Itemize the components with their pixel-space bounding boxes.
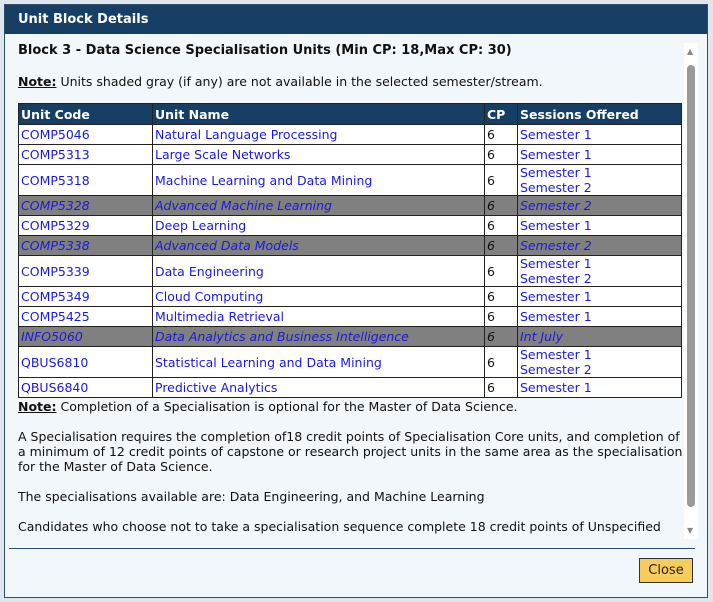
note-label: Note: [18,74,57,89]
table-row: COMP5349 Cloud Computing 6 Semester 1 [18,286,682,307]
unit-cp: 6 [484,377,518,398]
unit-block-details-dialog: Unit Block Details Block 3 - Data Scienc… [4,4,708,598]
unit-cp: 6 [484,306,518,327]
sessions-cell: Semester 2 [517,195,682,216]
unit-cp: 6 [484,286,518,307]
unit-name-link[interactable]: Cloud Computing [152,286,485,307]
note-text: Units shaded gray (if any) are not avail… [56,74,543,89]
unit-cp: 6 [484,124,518,145]
col-sessions: Sessions Offered [517,103,682,125]
unit-code-link[interactable]: QBUS6840 [18,377,153,398]
scroll-up-icon[interactable]: ▲ [687,47,693,56]
unit-name-link[interactable]: Data Analytics and Business Intelligence [152,326,485,347]
unit-code-link[interactable]: INFO5060 [18,326,153,347]
table-row: COMP5329 Deep Learning 6 Semester 1 [18,215,682,236]
table-row: QBUS6810 Statistical Learning and Data M… [18,346,682,378]
table-row: COMP5328 Advanced Machine Learning 6 Sem… [18,195,682,216]
sessions-cell: Semester 1 [517,215,682,236]
session-link[interactable]: Semester 2 [520,180,679,195]
session-link[interactable]: Semester 2 [520,238,679,253]
session-link[interactable]: Int July [520,329,679,344]
unit-cp: 6 [484,144,518,165]
table-row: COMP5318 Machine Learning and Data Minin… [18,164,682,196]
unit-cp: 6 [484,235,518,256]
table-row: COMP5313 Large Scale Networks 6 Semester… [18,144,682,165]
unit-cp: 6 [484,215,518,236]
unit-cp: 6 [484,195,518,216]
unit-code-link[interactable]: COMP5339 [18,255,153,287]
unit-code-link[interactable]: COMP5349 [18,286,153,307]
sessions-cell: Int July [517,326,682,347]
note-specialisation: Note: Completion of a Specialisation is … [18,399,683,414]
note-label: Note: [18,399,57,414]
session-link[interactable]: Semester 2 [520,271,679,286]
unit-code-link[interactable]: COMP5046 [18,124,153,145]
sessions-cell: Semester 1 Semester 2 [517,255,682,287]
col-unit-name: Unit Name [152,103,485,125]
unit-code-link[interactable]: COMP5338 [18,235,153,256]
units-table: Unit Code Unit Name CP Sessions Offered … [18,103,682,398]
unit-cp: 6 [484,346,518,378]
sessions-cell: Semester 1 Semester 2 [517,164,682,196]
dialog-footer-divider [9,548,695,549]
table-row: QBUS6840 Predictive Analytics 6 Semester… [18,377,682,398]
unit-name-link[interactable]: Multimedia Retrieval [152,306,485,327]
table-row: COMP5339 Data Engineering 6 Semester 1 Se… [18,255,682,287]
paragraph-unspecified: Candidates who choose not to take a spec… [18,519,661,534]
unit-cp: 6 [484,164,518,196]
dialog-title: Unit Block Details [5,5,707,34]
session-link[interactable]: Semester 1 [520,218,679,233]
unit-name-link[interactable]: Advanced Data Models [152,235,485,256]
unit-name-link[interactable]: Large Scale Networks [152,144,485,165]
session-link[interactable]: Semester 1 [520,347,679,362]
scrollbar-thumb[interactable] [687,65,695,507]
unit-code-link[interactable]: COMP5329 [18,215,153,236]
block-title: Block 3 - Data Science Specialisation Un… [18,43,512,58]
session-link[interactable]: Semester 1 [520,165,679,180]
close-button[interactable]: Close [639,558,693,583]
sessions-cell: Semester 1 [517,144,682,165]
unit-code-link[interactable]: COMP5313 [18,144,153,165]
unit-name-link[interactable]: Predictive Analytics [152,377,485,398]
unit-name-link[interactable]: Deep Learning [152,215,485,236]
table-row: INFO5060 Data Analytics and Business Int… [18,326,682,347]
scrollbar[interactable]: ▲ ▼ [684,43,698,539]
paragraph-requirements: A Specialisation requires the completion… [18,429,683,474]
sessions-cell: Semester 1 [517,306,682,327]
col-cp: CP [484,103,518,125]
note-text: Completion of a Specialisation is option… [56,399,518,414]
unit-cp: 6 [484,255,518,287]
session-link[interactable]: Semester 2 [520,198,679,213]
col-unit-code: Unit Code [18,103,153,125]
sessions-cell: Semester 1 [517,286,682,307]
table-row: COMP5046 Natural Language Processing 6 S… [18,124,682,145]
unit-code-link[interactable]: QBUS6810 [18,346,153,378]
unit-code-link[interactable]: COMP5318 [18,164,153,196]
note-gray-units: Note: Units shaded gray (if any) are not… [18,74,683,89]
unit-name-link[interactable]: Statistical Learning and Data Mining [152,346,485,378]
dialog-content: Block 3 - Data Science Specialisation Un… [18,38,683,544]
unit-cp: 6 [484,326,518,347]
paragraph-available: The specialisations available are: Data … [18,489,485,504]
sessions-cell: Semester 1 Semester 2 [517,346,682,378]
session-link[interactable]: Semester 1 [520,289,679,304]
sessions-cell: Semester 1 [517,124,682,145]
session-link[interactable]: Semester 1 [520,256,679,271]
unit-name-link[interactable]: Data Engineering [152,255,485,287]
session-link[interactable]: Semester 1 [520,309,679,324]
unit-name-link[interactable]: Advanced Machine Learning [152,195,485,216]
scroll-down-icon[interactable]: ▼ [687,526,693,535]
session-link[interactable]: Semester 1 [520,127,679,142]
unit-name-link[interactable]: Machine Learning and Data Mining [152,164,485,196]
sessions-cell: Semester 1 [517,377,682,398]
session-link[interactable]: Semester 1 [520,380,679,395]
unit-name-link[interactable]: Natural Language Processing [152,124,485,145]
session-link[interactable]: Semester 2 [520,362,679,377]
session-link[interactable]: Semester 1 [520,147,679,162]
unit-code-link[interactable]: COMP5425 [18,306,153,327]
sessions-cell: Semester 2 [517,235,682,256]
table-row: COMP5425 Multimedia Retrieval 6 Semester… [18,306,682,327]
table-row: COMP5338 Advanced Data Models 6 Semester… [18,235,682,256]
unit-code-link[interactable]: COMP5328 [18,195,153,216]
